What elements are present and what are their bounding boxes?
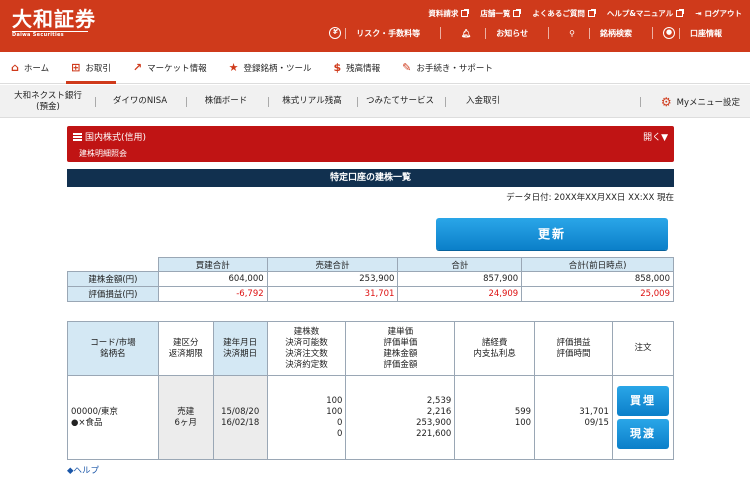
- gear-icon: ⚙: [660, 94, 672, 109]
- nav-trade[interactable]: ⊞ お取引: [60, 52, 122, 84]
- cell-code: 00000/東京 ●×食品: [67, 375, 159, 460]
- summary-table: 買建合計 売建合計 合計 合計(前日時点) 建株金額(円) 604,000 25…: [67, 257, 674, 302]
- col-kubun: 建区分 返済期限: [157, 321, 214, 376]
- site-header: 大和証券 Daiwa Securities 資料請求 店舗一覧 よくあるご質問 …: [0, 0, 750, 52]
- link-risk-fees[interactable]: ¥ リスク・手数料等: [319, 27, 440, 39]
- banner-subtitle: 建株明細照会: [79, 149, 127, 158]
- subnav-stock-board[interactable]: 株価ボード: [190, 85, 262, 118]
- header-utility-links: ¥ リスク・手数料等 🔔︎ お知らせ ⚲ 銘柄検索 ● 口座情報: [319, 27, 742, 39]
- cell-order: 買埋 現渡: [611, 375, 675, 460]
- cell-qty: 100 100 0 0: [266, 375, 347, 460]
- banner-title: 国内株式(信用): [85, 133, 147, 143]
- pencil-icon: ✎: [402, 61, 412, 74]
- col-pl: 評価損益 評価時間: [534, 321, 613, 376]
- user-icon: ●: [663, 27, 675, 39]
- cell-fee: 599 100: [454, 375, 536, 460]
- chart-icon: ↗: [132, 61, 143, 74]
- main-nav: ⌂ ホーム ⊞ お取引 ↗ マーケット情報 ★ 登録銘柄・ツール $ 残高情報 ✎ お手続き…: [0, 52, 750, 84]
- subnav-deposit[interactable]: 入金取引: [452, 85, 514, 118]
- product-banner: 国内株式(信用) 建株明細照会 開く▼: [67, 126, 674, 162]
- banner-open-toggle[interactable]: 開く▼: [643, 130, 668, 143]
- nav-tools[interactable]: ★ 登録銘柄・ツール: [218, 52, 323, 84]
- external-link-icon: [513, 9, 522, 17]
- header-top-links: 資料請求 店舗一覧 よくあるご質問 ヘルプ&マニュアル ⇥ ログアウト: [428, 8, 742, 19]
- help-link[interactable]: ◆ヘルプ: [67, 464, 99, 476]
- pl-prev: 25,009: [521, 286, 674, 302]
- trade-icon: ⊞: [71, 61, 81, 74]
- cell-pl: 31,701 09/15: [534, 375, 613, 460]
- summary-header-sell: 売建合計: [266, 257, 399, 272]
- amount-sell: 253,900: [266, 271, 399, 287]
- external-link-icon: [461, 9, 470, 17]
- table-row: 00000/東京 ●×食品 売建 6ヶ月 15/08/20 16/02/18 1…: [67, 375, 675, 460]
- stock-name: ●×食品: [71, 417, 103, 428]
- pl-total: 24,909: [397, 286, 523, 302]
- col-date: 建年月日 決済期日: [212, 321, 268, 376]
- yen-icon: ¥: [329, 27, 342, 39]
- positions-header-row: コード/市場 銘柄名 建区分 返済期限 建年月日 決済期日 建株数 決済可能数 …: [67, 321, 675, 376]
- cell-price: 2,539 2,216 253,900 221,600: [345, 375, 456, 460]
- logout-icon: ⇥: [695, 9, 702, 18]
- summary-header-buy: 買建合計: [157, 257, 268, 272]
- amount-prev: 858,000: [521, 271, 674, 287]
- delivery-settle-button[interactable]: 現渡: [616, 419, 669, 449]
- nav-market[interactable]: ↗ マーケット情報: [122, 52, 218, 84]
- link-request-docs[interactable]: 資料請求: [428, 8, 470, 19]
- pl-sell: 31,701: [266, 286, 399, 302]
- home-icon: ⌂: [11, 61, 19, 74]
- logout-link[interactable]: ⇥ ログアウト: [695, 8, 742, 19]
- col-fee: 諸経費 内支払利息: [454, 321, 536, 376]
- row-label: 評価損益(円): [67, 286, 159, 302]
- cell-kubun: 売建 6ヶ月: [157, 375, 214, 460]
- col-code: コード/市場 銘柄名: [67, 321, 159, 376]
- nav-support[interactable]: ✎ お手続き・サポート: [391, 52, 504, 84]
- summary-row-pl: 評価損益(円) -6,792 31,701 24,909 25,009: [67, 286, 674, 302]
- external-link-icon: [587, 9, 596, 17]
- pl-buy: -6,792: [157, 286, 268, 302]
- subnav-nisa[interactable]: ダイワのNISA: [100, 85, 180, 118]
- link-branches[interactable]: 店舗一覧: [480, 8, 522, 19]
- cell-dates: 15/08/20 16/02/18: [212, 375, 268, 460]
- col-qty: 建株数 決済可能数 決済注文数 決済約定数: [266, 321, 347, 376]
- amount-total: 857,900: [397, 271, 523, 287]
- daiwa-logo[interactable]: 大和証券 Daiwa Securities: [12, 8, 96, 38]
- data-date: データ日付: 20XX年XX月XX日 XX:XX 現在: [506, 193, 674, 203]
- refresh-button[interactable]: 更新: [436, 218, 668, 250]
- amount-buy: 604,000: [157, 271, 268, 287]
- logo-text: 大和証券: [12, 7, 96, 31]
- menu-icon[interactable]: [73, 132, 82, 141]
- buy-close-button[interactable]: 買埋: [616, 386, 669, 416]
- search-icon: ⚲: [569, 28, 575, 38]
- summary-row-amount: 建株金額(円) 604,000 253,900 857,900 858,000: [67, 271, 674, 287]
- summary-header-total: 合計: [397, 257, 523, 272]
- external-link-icon: [676, 9, 685, 17]
- link-account-info[interactable]: ● 口座情報: [652, 27, 742, 39]
- link-help-manual[interactable]: ヘルプ&マニュアル: [607, 8, 685, 19]
- col-price: 建単価 評価単価 建株金額 評価金額: [345, 321, 456, 376]
- col-order: 注文: [611, 321, 675, 376]
- summary-header-prev: 合計(前日時点): [521, 257, 674, 272]
- subnav-tsumitate[interactable]: つみたてサービス: [360, 85, 440, 118]
- link-faq[interactable]: よくあるご質問: [532, 8, 596, 19]
- star-icon: ★: [228, 61, 239, 74]
- summary-header-blank: [67, 257, 159, 272]
- dollar-icon: $: [333, 61, 342, 74]
- summary-header-row: 買建合計 売建合計 合計 合計(前日時点): [67, 257, 674, 272]
- link-notices[interactable]: 🔔︎ お知らせ: [440, 27, 548, 39]
- nav-home[interactable]: ⌂ ホーム: [0, 52, 60, 84]
- bell-icon: 🔔︎: [461, 28, 472, 38]
- link-stock-search[interactable]: ⚲ 銘柄検索: [548, 27, 652, 39]
- nav-balance[interactable]: $ 残高情報: [322, 52, 391, 84]
- positions-table: コード/市場 銘柄名 建区分 返済期限 建年月日 決済期日 建株数 決済可能数 …: [67, 321, 675, 460]
- stock-code: 00000/東京: [71, 406, 118, 417]
- logo-subtext: Daiwa Securities: [12, 32, 64, 38]
- mymenu-settings[interactable]: ⚙ Myメニュー設定: [661, 85, 740, 118]
- subnav-next-bank[interactable]: 大和ネクスト銀行 (預金): [8, 85, 88, 118]
- section-title: 特定口座の建株一覧: [67, 169, 674, 187]
- sub-nav: 大和ネクスト銀行 (預金) ダイワのNISA 株価ボード 株式リアル残高 つみた…: [0, 85, 750, 118]
- row-label: 建株金額(円): [67, 271, 159, 287]
- subnav-realtime-balance[interactable]: 株式リアル残高: [272, 85, 352, 118]
